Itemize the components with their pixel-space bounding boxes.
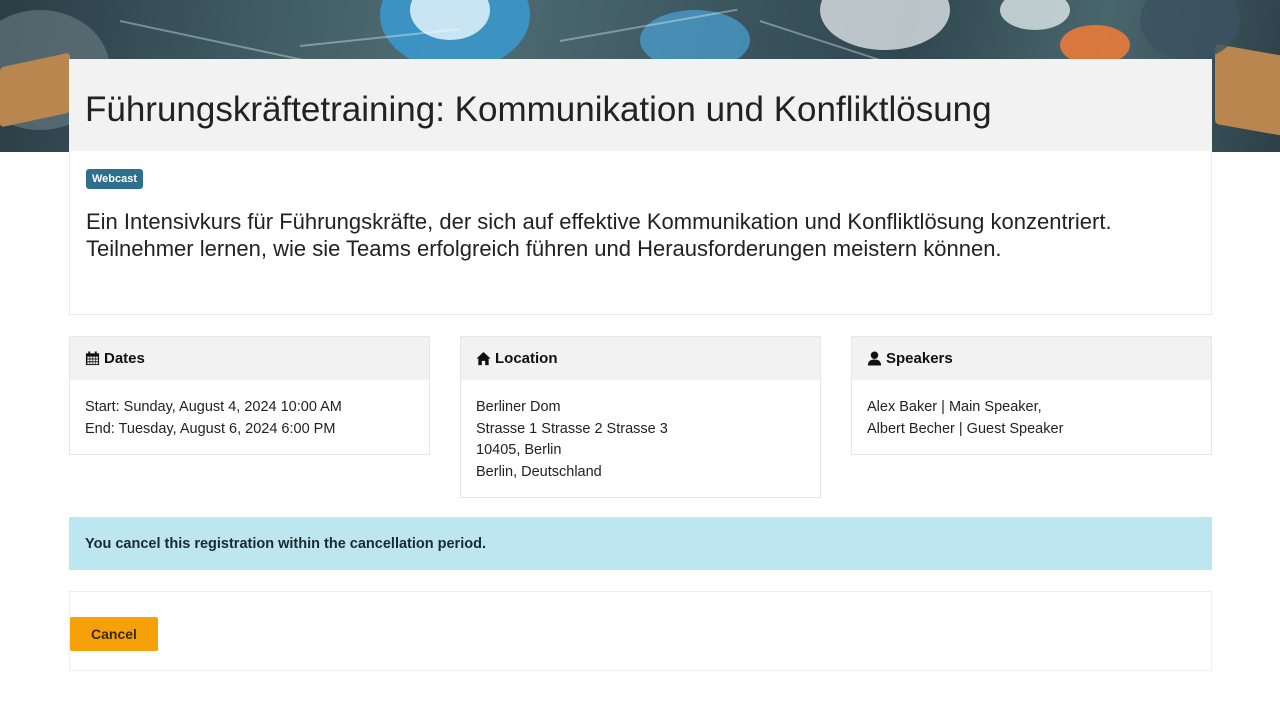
user-icon <box>867 351 882 366</box>
dates-card-body: Start: Sunday, August 4, 2024 10:00 AM E… <box>70 380 429 454</box>
cancellation-info-alert: You cancel this registration within the … <box>69 517 1212 570</box>
location-card-body: Berliner Dom Strasse 1 Strasse 2 Strasse… <box>461 380 820 497</box>
speakers-card-title: Speakers <box>886 350 953 367</box>
speaker-item: Alex Baker | Main Speaker, <box>867 399 1042 415</box>
speakers-card-header: Speakers <box>852 337 1211 380</box>
city-country: Berlin, Deutschland <box>476 463 602 480</box>
title-box: Führungskräftetraining: Kommunikation un… <box>69 59 1212 151</box>
venue-name: Berliner Dom <box>476 399 561 415</box>
event-description: Ein Intensivkurs für Führungskräfte, der… <box>86 209 1112 261</box>
alert-text: You cancel this registration within the … <box>85 535 486 552</box>
postal-city: 10405, Berlin <box>476 442 562 458</box>
speakers-card: Speakers Alex Baker | Main Speaker, Albe… <box>851 336 1212 455</box>
speakers-card-body: Alex Baker | Main Speaker, Albert Becher… <box>852 380 1211 454</box>
event-type-badge: Webcast <box>86 169 144 189</box>
description-card: Webcast Ein Intensivkurs für Führungskrä… <box>69 151 1212 315</box>
dates-card-title: Dates <box>104 350 145 367</box>
home-icon <box>476 351 491 366</box>
start-date: Start: Sunday, August 4, 2024 10:00 AM <box>85 399 342 415</box>
action-card: Cancel <box>69 591 1212 671</box>
location-card-header: Location <box>461 337 820 380</box>
speaker-item: Albert Becher | Guest Speaker <box>867 420 1064 437</box>
dates-card-header: Dates <box>70 337 429 380</box>
location-card: Location Berliner Dom Strasse 1 Strasse … <box>460 336 821 498</box>
calendar-icon <box>85 351 100 366</box>
page-title: Führungskräftetraining: Kommunikation un… <box>85 90 992 129</box>
location-card-title: Location <box>495 350 558 367</box>
end-date: End: Tuesday, August 6, 2024 6:00 PM <box>85 420 336 437</box>
dates-card: Dates Start: Sunday, August 4, 2024 10:0… <box>69 336 430 455</box>
cancel-button[interactable]: Cancel <box>70 617 158 651</box>
street-address: Strasse 1 Strasse 2 Strasse 3 <box>476 420 668 437</box>
